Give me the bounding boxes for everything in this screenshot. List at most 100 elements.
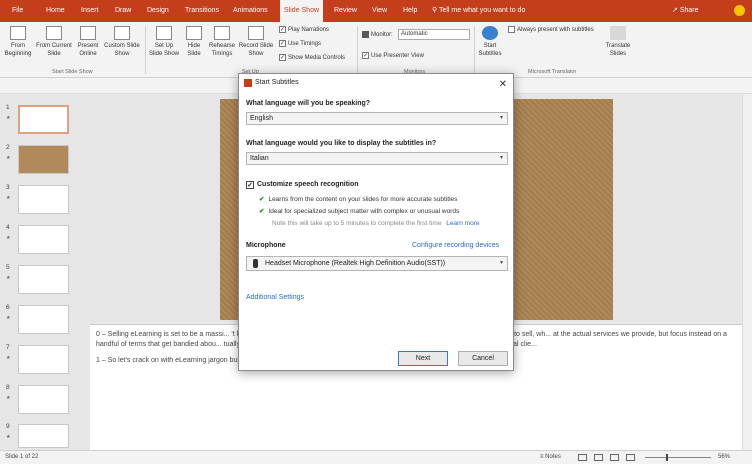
notes-toggle[interactable]: ≡ Notes: [540, 451, 561, 464]
use-timings-label: Use Timings: [288, 41, 322, 48]
checkbox-unchecked-icon: [508, 26, 515, 33]
translate-slides-button[interactable]: Translate Slides: [602, 26, 634, 58]
slide-thumbnail-8[interactable]: [18, 385, 69, 414]
slide-thumbnail-2[interactable]: [18, 145, 69, 174]
use-timings-checkbox[interactable]: ✓ Use Timings: [279, 40, 321, 47]
display-language-value: Italian: [250, 155, 269, 162]
present-online-button[interactable]: Present Online: [74, 26, 102, 58]
thumb-number: 3: [6, 184, 10, 191]
custom-show-label: Custom Slide Show: [104, 43, 140, 57]
monitor-select-value: Automatic: [401, 31, 428, 37]
tab-file[interactable]: File: [12, 0, 23, 22]
vertical-scrollbar[interactable]: [742, 94, 752, 450]
checkbox-checked-icon: ✓: [246, 181, 254, 189]
zoom-level[interactable]: 56%: [718, 451, 730, 464]
microphone-label: Microphone: [246, 242, 286, 249]
speak-language-select[interactable]: English ▾: [246, 112, 508, 125]
from-beginning-button[interactable]: From Beginning: [3, 26, 33, 58]
start-subtitles-button[interactable]: Start Subtitles: [476, 26, 504, 58]
rehearse-icon: [214, 26, 230, 40]
feature-bullet: ✔ Learns from the content on your slides …: [259, 195, 457, 203]
notes-toggle-label: Notes: [545, 454, 561, 460]
presenter-view-checkbox[interactable]: ✓ Use Presenter View: [362, 52, 424, 59]
presenter-view-label: Use Presenter View: [371, 53, 424, 60]
custom-show-icon: [114, 26, 130, 40]
subtitles-people-icon: [482, 26, 498, 40]
checkmark-icon: ✔: [259, 196, 265, 203]
tab-review[interactable]: Review: [334, 0, 357, 22]
tab-insert[interactable]: Insert: [81, 0, 99, 22]
always-present-checkbox[interactable]: Always present with subtitles: [508, 26, 594, 33]
reading-view-icon[interactable]: [610, 454, 619, 461]
custom-show-button[interactable]: Custom Slide Show: [104, 26, 140, 58]
slide-thumbnail-9[interactable]: [18, 424, 69, 448]
zoom-slider-thumb[interactable]: [666, 454, 668, 461]
dialog-title: Start Subtitles: [255, 79, 299, 86]
show-media-label: Show Media Controls: [288, 55, 346, 62]
feature-bullet-text: Learns from the content on your slides f…: [268, 196, 458, 203]
set-up-icon: [156, 26, 172, 40]
play-narrations-checkbox[interactable]: ✓ Play Narrations: [279, 26, 329, 33]
ribbon-tab-bar: File Home Insert Draw Design Transitions…: [0, 0, 752, 22]
display-language-select[interactable]: Italian ▾: [246, 152, 508, 165]
thumb-number: 1: [6, 104, 10, 111]
close-icon[interactable]: ✕: [499, 76, 507, 94]
cancel-button[interactable]: Cancel: [458, 351, 508, 366]
slide-thumbnail-5[interactable]: [18, 265, 69, 294]
star-icon: ★: [6, 434, 11, 440]
tab-slide-show[interactable]: Slide Show: [280, 0, 324, 22]
next-button[interactable]: Next: [398, 351, 448, 366]
slide-thumbnail-4[interactable]: [18, 225, 69, 254]
additional-settings-link[interactable]: Additional Settings: [246, 294, 304, 301]
monitor-select[interactable]: Automatic: [398, 29, 470, 40]
start-subtitles-dialog: Start Subtitles ✕ What language will you…: [238, 73, 514, 371]
microphone-select[interactable]: Headset Microphone (Realtek High Definit…: [246, 256, 508, 271]
hide-slide-button[interactable]: Hide Slide: [183, 26, 205, 58]
star-icon: ★: [6, 235, 11, 241]
show-media-checkbox[interactable]: ✓ Show Media Controls: [279, 54, 345, 61]
set-up-show-button[interactable]: Set Up Slide Show: [148, 26, 180, 58]
first-time-note: Note this will take up to 5 minutes to c…: [272, 220, 480, 227]
slideshow-view-icon[interactable]: [626, 454, 635, 461]
rehearse-button[interactable]: Rehearse Timings: [207, 26, 237, 58]
record-label: Record Slide Show: [238, 43, 274, 57]
present-online-label: Present Online: [77, 43, 99, 57]
tab-transitions[interactable]: Transitions: [185, 0, 219, 22]
speak-language-value: English: [250, 115, 273, 122]
checkmark-icon: ✔: [259, 208, 265, 215]
always-present-label: Always present with subtitles: [517, 27, 594, 34]
slide-thumbnail-7[interactable]: [18, 345, 69, 374]
learn-more-link[interactable]: Learn more: [446, 220, 479, 227]
tab-home[interactable]: Home: [46, 0, 65, 22]
slide-thumbnail-3[interactable]: [18, 185, 69, 214]
tell-me-search[interactable]: ⚲ Tell me what you want to do: [432, 0, 525, 22]
sorter-view-icon[interactable]: [594, 454, 603, 461]
tab-animations[interactable]: Animations: [233, 0, 268, 22]
thumb-number: 6: [6, 304, 10, 311]
chevron-down-icon: ▾: [499, 115, 503, 121]
feedback-smiley-icon[interactable]: [734, 5, 745, 16]
monitor-label-text: Monitor:: [371, 32, 393, 39]
from-current-button[interactable]: From Current Slide: [36, 26, 72, 58]
tab-view[interactable]: View: [372, 0, 387, 22]
zoom-slider[interactable]: [645, 457, 711, 458]
present-online-icon: [80, 26, 96, 40]
monitor-icon: [362, 31, 369, 38]
normal-view-icon[interactable]: [578, 454, 587, 461]
tab-draw[interactable]: Draw: [115, 0, 131, 22]
checkbox-checked-icon: ✓: [279, 40, 286, 47]
checkbox-checked-icon: ✓: [279, 54, 286, 61]
share-label: Share: [679, 7, 699, 14]
hide-slide-label: Hide Slide: [187, 43, 201, 57]
tab-design[interactable]: Design: [147, 0, 169, 22]
share-button[interactable]: ↗ Share: [672, 0, 699, 22]
microphone-icon: [253, 259, 258, 268]
status-bar: Slide 1 of 22 ≡ Notes 56%: [0, 450, 752, 464]
configure-devices-link[interactable]: Configure recording devices: [412, 242, 499, 249]
slide-thumbnail-6[interactable]: [18, 305, 69, 334]
tab-help[interactable]: Help: [403, 0, 417, 22]
speak-language-label: What language will you be speaking?: [246, 100, 371, 107]
slide-thumbnail-1[interactable]: [18, 105, 69, 134]
record-button[interactable]: Record Slide Show: [238, 26, 274, 58]
customize-recognition-checkbox[interactable]: ✓ Customize speech recognition: [246, 181, 359, 189]
